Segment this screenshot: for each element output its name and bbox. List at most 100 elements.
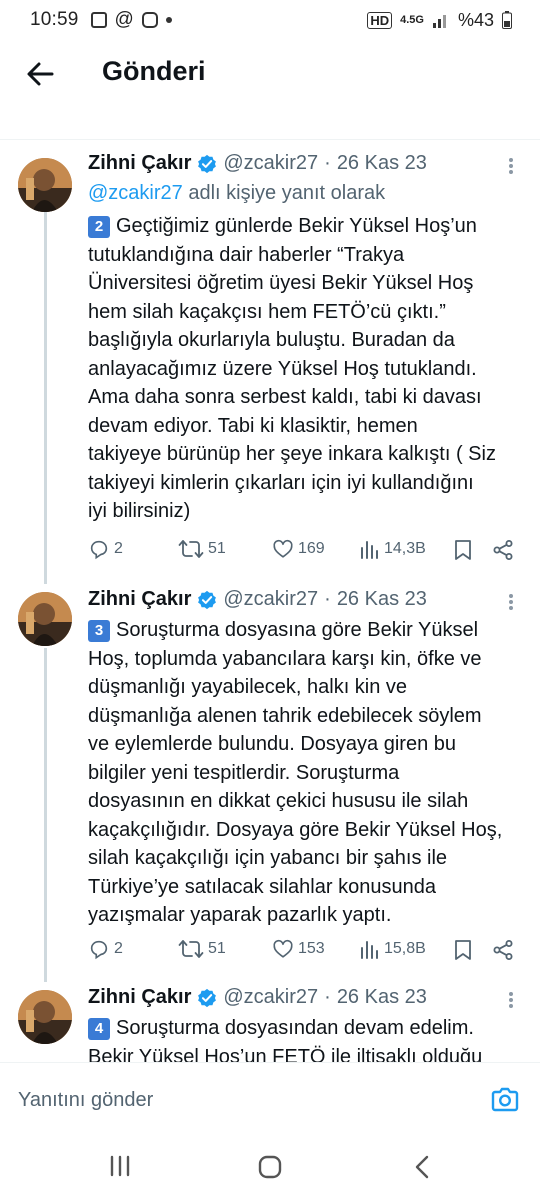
more-options-icon[interactable] bbox=[502, 156, 520, 178]
tweet-line: silah kaçakçılığı için yabancı bir şahıs… bbox=[88, 847, 448, 869]
avatar-image bbox=[18, 990, 72, 1044]
tweet-line: bilgiler yeni tespitlerdir. Soruşturma bbox=[88, 761, 400, 784]
author-handle[interactable]: @zcakir27 bbox=[223, 152, 318, 175]
battery-icon bbox=[502, 11, 512, 29]
gallery-icon bbox=[90, 12, 107, 28]
reply-button[interactable]: 2 bbox=[88, 538, 123, 560]
like-count: 169 bbox=[298, 540, 325, 557]
tweet-header: Zihni Çakır @zcakir27 · 26 Kas 23 bbox=[88, 986, 427, 1009]
tweet-line: anlayacağımız üzere Yüksel Hoş tutukland… bbox=[88, 357, 477, 380]
tweet-header: Zihni Çakır @zcakir27 · 26 Kas 23 bbox=[88, 588, 427, 611]
heart-icon bbox=[273, 539, 293, 558]
arrow-left-icon[interactable] bbox=[24, 58, 56, 90]
reply-button[interactable]: 2 bbox=[88, 938, 123, 960]
tweet-line: dosyasının en dikkat çekici hususu ile s… bbox=[88, 790, 469, 812]
reply-composer[interactable]: Yanıtını gönder bbox=[0, 1062, 540, 1136]
tweet-line: düşmanlığı yayabilecek, halkı kin ve bbox=[88, 676, 408, 698]
hd-icon: HD bbox=[367, 11, 393, 29]
tweet-line: tutuklandığına dair haberler “Trakya bbox=[88, 243, 405, 266]
at-icon: @ bbox=[114, 9, 134, 30]
tweet-date[interactable]: 26 Kas 23 bbox=[337, 152, 427, 175]
retweet-count: 51 bbox=[208, 540, 226, 557]
views-count: 14,3B bbox=[384, 540, 426, 557]
number-badge: 4 bbox=[88, 1018, 110, 1040]
signal-icon bbox=[432, 15, 446, 28]
separator-dot: · bbox=[324, 588, 331, 610]
page-title: Gönderi bbox=[102, 56, 206, 86]
share-icon[interactable] bbox=[492, 539, 514, 561]
avatar[interactable] bbox=[18, 158, 72, 212]
reply-to-handle[interactable]: @zcakir27 bbox=[88, 182, 183, 204]
avatar[interactable] bbox=[18, 592, 72, 646]
reply-to-text: adlı kişiye yanıt olarak bbox=[188, 182, 386, 204]
avatar[interactable] bbox=[18, 990, 72, 1044]
instagram-icon bbox=[141, 12, 158, 28]
retweet-icon bbox=[178, 540, 204, 558]
status-right: HD 4.5G %43 bbox=[367, 10, 512, 31]
tweet-line: devam ediyor. Tabi ki klasiktir, hemen bbox=[88, 414, 418, 437]
retweet-icon bbox=[178, 940, 204, 958]
status-time: 10:59 bbox=[30, 9, 79, 30]
tweet[interactable]: Zihni Çakır @zcakir27 · 26 Kas 23 3 Soruş… bbox=[0, 580, 540, 980]
separator-dot: · bbox=[324, 152, 331, 174]
status-left-icons: @ bbox=[90, 9, 172, 31]
views-count: 15,8B bbox=[384, 940, 426, 957]
tweet-line: 2 Geçtiğimiz günlerde Bekir Yüksel Hoş’un bbox=[88, 212, 528, 241]
more-options-icon[interactable] bbox=[502, 990, 520, 1012]
reply-input[interactable]: Yanıtını gönder bbox=[18, 1089, 153, 1112]
home-icon[interactable] bbox=[257, 1154, 283, 1180]
number-badge: 2 bbox=[88, 216, 110, 238]
views-icon bbox=[361, 541, 378, 559]
battery-label: %43 bbox=[457, 9, 494, 30]
retweet-button[interactable]: 51 bbox=[178, 538, 226, 560]
separator-dot: · bbox=[324, 986, 331, 1008]
more-options-icon[interactable] bbox=[502, 592, 520, 614]
thread-feed[interactable]: Zihni Çakır @zcakir27 · 26 Kas 23 @zcaki… bbox=[0, 140, 540, 1062]
back-icon[interactable] bbox=[412, 1154, 432, 1180]
reply-context: @zcakir27 adlı kişiye yanıt olarak bbox=[88, 182, 385, 205]
app-header: Gönderi bbox=[0, 40, 540, 110]
tweet-line: takiyeye bürünüp her şeye inkara kalkışt… bbox=[88, 443, 496, 465]
author-name[interactable]: Zihni Çakır bbox=[88, 152, 191, 175]
tweet[interactable]: Zihni Çakır @zcakir27 · 26 Kas 23 @zcaki… bbox=[0, 140, 540, 580]
views-button[interactable]: 15,8B bbox=[360, 938, 426, 960]
reply-icon bbox=[90, 540, 108, 560]
author-name[interactable]: Zihni Çakır bbox=[88, 588, 191, 611]
reply-count: 2 bbox=[114, 540, 123, 557]
tweet[interactable]: Zihni Çakır @zcakir27 · 26 Kas 23 4 Soruş… bbox=[0, 980, 540, 1062]
tweet-line: düşmanlığa alenen tahrik edebilecek söyl… bbox=[88, 704, 482, 727]
retweet-button[interactable]: 51 bbox=[178, 938, 226, 960]
tweet-line: Hoş, toplumda yabancılara karşı kin, öfk… bbox=[88, 647, 482, 670]
like-count: 153 bbox=[298, 940, 325, 957]
tweet-date[interactable]: 26 Kas 23 bbox=[337, 986, 427, 1009]
author-name[interactable]: Zihni Çakır bbox=[88, 986, 191, 1009]
tweet-line: iyi bilirsiniz) bbox=[88, 500, 191, 522]
tweet-line: 3 Soruşturma dosyasına göre Bekir Yüksel bbox=[88, 616, 528, 645]
verified-badge-icon bbox=[198, 154, 217, 173]
tweet-line: ve eylemlerde bulundu. Dosyaya giren bu bbox=[88, 733, 456, 755]
tweet-text: 3 Soruşturma dosyasına göre Bekir Yüksel … bbox=[88, 616, 528, 930]
bookmark-icon[interactable] bbox=[454, 539, 472, 561]
like-button[interactable]: 153 bbox=[272, 938, 325, 960]
tweet-line: yazışmalar yaparak pazarlık yaptı. bbox=[88, 904, 392, 926]
tweet-line: Bekir Yüksel Hoş’un FETÖ ile iltisaklı o… bbox=[88, 1045, 483, 1063]
tweet-text: 4 Soruşturma dosyasından devam edelim. Be… bbox=[88, 1014, 528, 1062]
heart-icon bbox=[273, 939, 293, 958]
author-handle[interactable]: @zcakir27 bbox=[223, 986, 318, 1009]
like-button[interactable]: 169 bbox=[272, 538, 325, 560]
tweet-header: Zihni Çakır @zcakir27 · 26 Kas 23 bbox=[88, 152, 427, 175]
reply-icon bbox=[90, 940, 108, 960]
tweet-line: kaçakçılığıdır. Dosyaya göre Bekir Yükse… bbox=[88, 818, 503, 841]
recent-apps-icon[interactable] bbox=[108, 1154, 132, 1178]
network-label: 4.5G bbox=[400, 14, 424, 26]
status-bar: 10:59 @ HD 4.5G %43 bbox=[0, 0, 540, 40]
author-handle[interactable]: @zcakir27 bbox=[223, 588, 318, 611]
camera-icon[interactable] bbox=[490, 1085, 520, 1115]
tweet-actions: 2 51 169 14,3B bbox=[88, 538, 528, 564]
share-icon[interactable] bbox=[492, 939, 514, 961]
views-button[interactable]: 14,3B bbox=[360, 538, 426, 560]
tweet-line: Türkiye’ye satılacak silahlar konusunda bbox=[88, 875, 436, 898]
verified-badge-icon bbox=[198, 988, 217, 1007]
tweet-date[interactable]: 26 Kas 23 bbox=[337, 588, 427, 611]
bookmark-icon[interactable] bbox=[454, 939, 472, 961]
